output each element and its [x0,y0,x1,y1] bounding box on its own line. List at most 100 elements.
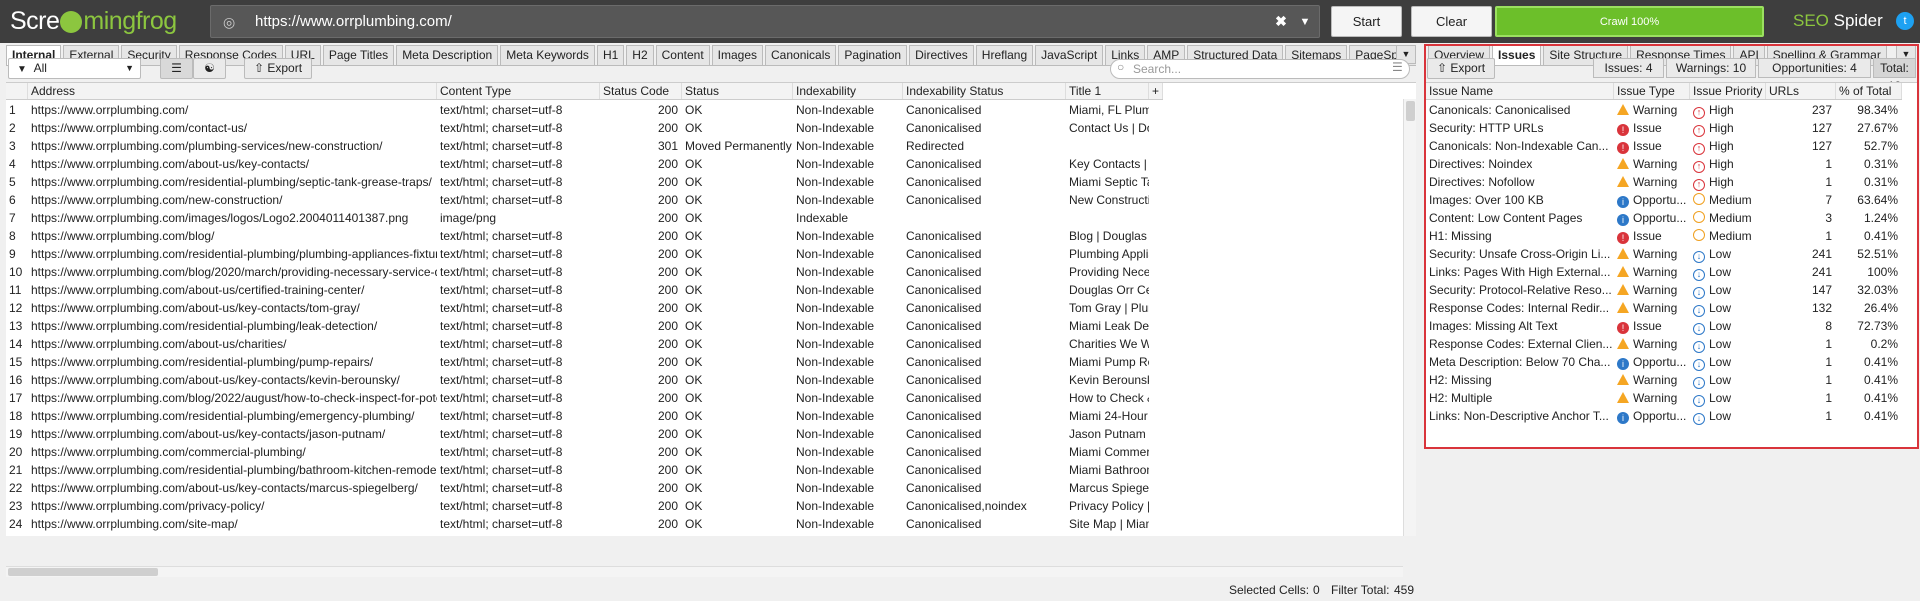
issue-row[interactable]: H2: Multiple Warning ↓ Low 1 0.41% [1426,389,1902,407]
tab-javascript[interactable]: JavaScript [1035,45,1104,65]
issues-count-badge[interactable]: Issues: 4 [1593,58,1664,78]
column-header[interactable]: URLs [1766,83,1836,99]
table-row[interactable]: 24 https://www.orrplumbing.com/site-map/t… [6,515,1149,533]
column-header[interactable]: % of Total [1836,83,1902,99]
table-row[interactable]: 18 https://www.orrplumbing.com/residentia… [6,407,1149,425]
issue-row[interactable]: Response Codes: External Clien... Warning… [1426,335,1902,353]
issue-row[interactable]: Images: Over 100 KB i Opportu... Medium 7 63.… [1426,191,1902,209]
tree-view-button[interactable]: ☯ [193,58,226,79]
issue-row[interactable]: Security: Protocol-Relative Reso... Warni… [1426,281,1902,299]
table-cell: Water Heater Insta [1066,533,1149,536]
table-cell: text/html; charset=utf-8 [440,427,563,441]
tab-h2[interactable]: H2 [626,45,654,65]
url-bar[interactable]: ◎ https://www.orrplumbing.com/ ✖ ▼ [210,5,1320,38]
column-header[interactable]: Status [682,83,793,99]
issue-cell-wrap: i Opportu... [1614,209,1690,227]
issue-row[interactable]: Security: HTTP URLs! Issue ↑ High 127 27.67% [1426,119,1902,137]
issue-row[interactable]: Canonicals: Canonicalised Warning ↑ High 237… [1426,101,1902,119]
filter-dropdown[interactable]: ▼ All ▼ [8,58,141,79]
issue-row[interactable]: Content: Low Content Pages i Opportu... Med… [1426,209,1902,227]
tab-meta-keywords[interactable]: Meta Keywords [500,45,595,65]
column-header[interactable]: Issue Type [1614,83,1690,99]
tab-directives[interactable]: Directives [909,45,974,65]
issue-row[interactable]: Images: Missing Alt Text! Issue ↓ Low 8 72.73… [1426,317,1902,335]
table-cell: 200 [657,175,678,189]
clear-url-icon[interactable]: ✖ [1271,13,1291,30]
start-button[interactable]: Start [1331,6,1402,37]
column-header[interactable]: Indexability [793,83,903,99]
tab-content[interactable]: Content [655,45,710,65]
issue-row[interactable]: Links: Pages With High External... Warnin… [1426,263,1902,281]
issue-row[interactable]: H1: Missing! Issue Medium 1 0.41% [1426,227,1902,245]
warnings-count-badge[interactable]: Warnings: 10 [1666,58,1756,78]
table-row[interactable]: 8 https://www.orrplumbing.com/blog/text/h… [6,227,1149,245]
issue-row[interactable]: Canonicals: Non-Indexable Can...! Issue ↑ H… [1426,137,1902,155]
table-row[interactable]: 13 https://www.orrplumbing.com/residentia… [6,317,1149,335]
table-row[interactable]: 17 https://www.orrplumbing.com/blog/2022/… [6,389,1149,407]
table-row[interactable]: 2 https://www.orrplumbing.com/contact-us/… [6,119,1149,137]
table-row[interactable]: 14 https://www.orrplumbing.com/about-us/c… [6,335,1149,353]
table-row[interactable]: 15 https://www.orrplumbing.com/residentia… [6,353,1149,371]
column-header[interactable]: Address [28,83,437,99]
table-row[interactable]: 5 https://www.orrplumbing.com/residential… [6,173,1149,191]
issue-cell: Low [1709,355,1732,369]
table-row[interactable]: 11 https://www.orrplumbing.com/about-us/c… [6,281,1149,299]
url-input[interactable]: https://www.orrplumbing.com/ [255,13,1271,30]
column-header[interactable] [6,83,28,99]
tab-h1[interactable]: H1 [596,45,625,65]
column-header[interactable]: Title 1 [1066,83,1149,99]
column-header[interactable]: Issue Priority [1690,83,1766,99]
column-header[interactable]: Content Type [437,83,600,99]
warning-icon [1617,302,1629,313]
issue-row[interactable]: H2: Missing Warning ↓ Low 1 0.41% [1426,371,1902,389]
tab-images[interactable]: Images [711,45,764,65]
table-row[interactable]: 22 https://www.orrplumbing.com/about-us/k… [6,479,1149,497]
column-header[interactable]: Indexability Status [903,83,1066,99]
total-count-badge[interactable]: Total: 18 [1873,58,1916,93]
tab-pagination[interactable]: Pagination [838,45,908,65]
issue-row[interactable]: Security: Unsafe Cross-Origin Li... Warni… [1426,245,1902,263]
vertical-scrollbar[interactable] [1403,99,1416,536]
table-cell: OK [685,301,703,315]
issues-export-button[interactable]: ⇧ Export [1427,58,1495,79]
opportunities-count-badge[interactable]: Opportunities: 4 [1758,58,1871,78]
horizontal-scrollbar[interactable] [6,566,1403,577]
issue-cell: 127 [1811,139,1832,153]
table-row[interactable]: 20 https://www.orrplumbing.com/commercial… [6,443,1149,461]
list-view-button[interactable]: ☰ [160,58,193,79]
table-row[interactable]: 1 https://www.orrplumbing.com/text/html; … [6,101,1149,119]
table-row[interactable]: 6 https://www.orrplumbing.com/new-constru… [6,191,1149,209]
column-header[interactable]: Status Code [600,83,682,99]
add-column-icon[interactable]: + [1149,83,1163,99]
table-row[interactable]: 3 https://www.orrplumbing.com/plumbing-se… [6,137,1149,155]
filter-settings-icon[interactable]: ☰ [1392,60,1403,74]
clear-button[interactable]: Clear [1411,6,1492,37]
tab-hreflang[interactable]: Hreflang [975,45,1034,65]
table-row[interactable]: 16 https://www.orrplumbing.com/about-us/k… [6,371,1149,389]
tab-meta-description[interactable]: Meta Description [396,45,499,65]
table-cell: https://www.orrplumbing.com/plumbing-ser… [31,139,383,153]
table-row[interactable]: 10 https://www.orrplumbing.com/blog/2020/… [6,263,1149,281]
column-header[interactable]: Issue Name [1426,83,1614,99]
table-row[interactable]: 19 https://www.orrplumbing.com/about-us/k… [6,425,1149,443]
issue-row[interactable]: Links: Non-Descriptive Anchor T... i Oppor… [1426,407,1902,425]
table-row[interactable]: 9 https://www.orrplumbing.com/residential… [6,245,1149,263]
table-row[interactable]: 7 https://www.orrplumbing.com/images/logo… [6,209,1149,227]
issue-row[interactable]: Directives: Noindex Warning ↑ High 1 0.31% [1426,155,1902,173]
tab-page-titles[interactable]: Page Titles [322,45,395,65]
table-row[interactable]: 4 https://www.orrplumbing.com/about-us/ke… [6,155,1149,173]
url-history-dropdown-icon[interactable]: ▼ [1291,16,1319,28]
table-row[interactable]: 21 https://www.orrplumbing.com/residentia… [6,461,1149,479]
table-row[interactable]: 25https://www.orrplumbing.com/residentia… [6,533,1149,536]
table-row[interactable]: 12 https://www.orrplumbing.com/about-us/k… [6,299,1149,317]
twitter-icon[interactable]: t [1896,12,1914,30]
export-button[interactable]: ⇧ Export [244,58,312,79]
tab-canonicals[interactable]: Canonicals [765,45,837,65]
issue-cell: Directives: Nofollow [1429,175,1535,189]
issue-row[interactable]: Response Codes: Internal Redir... Warning… [1426,299,1902,317]
search-input[interactable]: Search... [1110,59,1410,79]
table-row[interactable]: 23 https://www.orrplumbing.com/privacy-po… [6,497,1149,515]
side-tab-issues[interactable]: Issues [1492,45,1542,65]
issue-row[interactable]: Meta Description: Below 70 Cha... i Opport… [1426,353,1902,371]
issue-row[interactable]: Directives: Nofollow Warning ↑ High 1 0.31% [1426,173,1902,191]
